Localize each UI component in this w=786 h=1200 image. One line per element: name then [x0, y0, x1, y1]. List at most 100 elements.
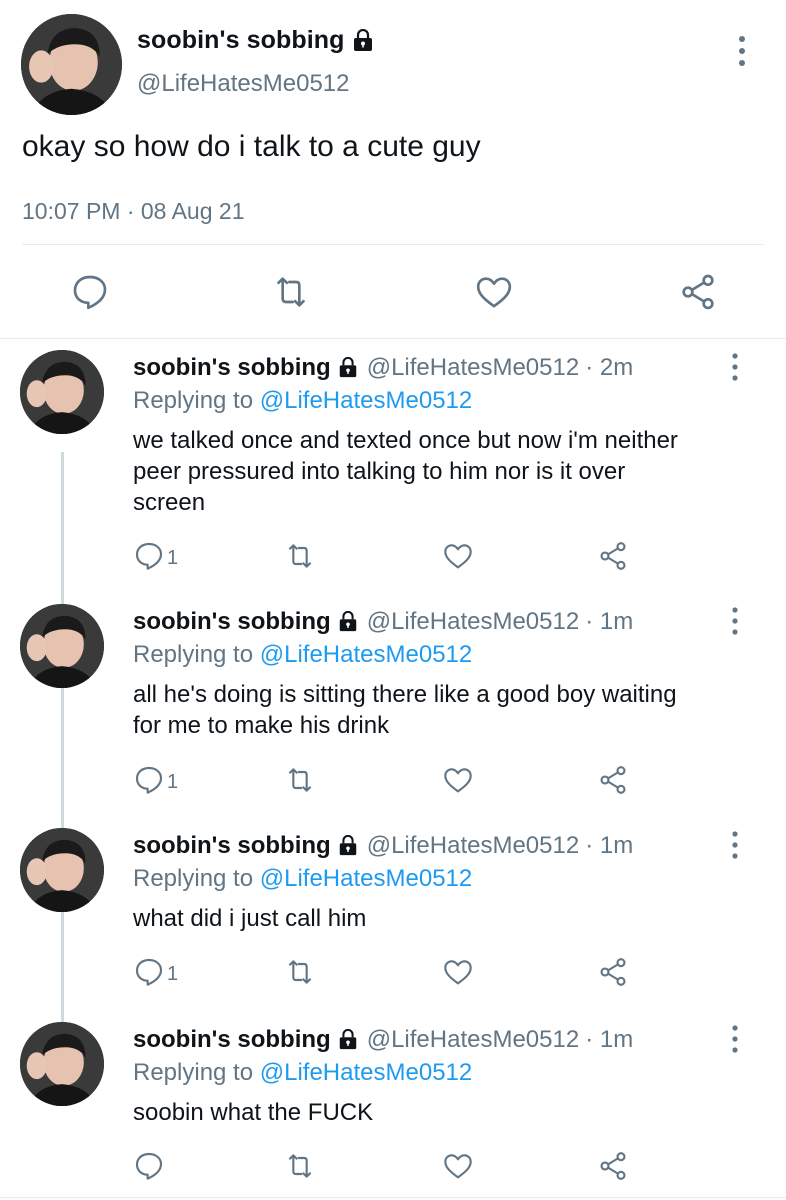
avatar[interactable] — [21, 14, 122, 115]
like-button[interactable] — [442, 1148, 474, 1182]
text-line: screen — [133, 489, 206, 516]
handle[interactable]: @LifeHatesMe0512 — [367, 1026, 579, 1054]
text-line: soobin what the FUCK — [133, 1099, 374, 1126]
relative-time: · 1m — [585, 832, 634, 859]
speech-bubble-icon — [135, 542, 163, 570]
divider — [22, 244, 764, 245]
replying-to: Replying to @LifeHatesMe0512 — [133, 865, 472, 893]
reply-header: soobin's sobbing @LifeHatesMe0512 · 1m — [133, 608, 633, 636]
reply-header: soobin's sobbing @LifeHatesMe0512 · 1m — [133, 1026, 633, 1054]
heart-icon — [444, 544, 472, 569]
share-icon — [600, 1152, 626, 1180]
handle[interactable]: @LifeHatesMe0512 — [367, 354, 579, 382]
replying-to-handle[interactable]: @LifeHatesMe0512 — [260, 1059, 472, 1086]
share-icon — [600, 958, 626, 986]
avatar[interactable] — [20, 604, 104, 688]
retweet-button[interactable] — [284, 538, 316, 572]
retweet-icon[interactable] — [271, 272, 311, 312]
tweet-text: okay so how do i talk to a cute guy — [22, 130, 481, 163]
replying-to-label: Replying to — [133, 1059, 254, 1086]
share-icon[interactable] — [678, 272, 718, 312]
reply-header: soobin's sobbing @LifeHatesMe0512 · 2m — [133, 354, 633, 382]
heart-icon — [444, 1154, 472, 1179]
thread-line — [61, 452, 64, 1032]
reply-button[interactable]: 1 — [133, 762, 178, 796]
heart-icon[interactable] — [474, 272, 514, 312]
retweet-button[interactable] — [284, 1148, 316, 1182]
reply-count: 1 — [167, 547, 179, 569]
relative-time: · 1m — [585, 1026, 634, 1053]
reply-count: 1 — [167, 963, 179, 985]
lock-icon — [339, 357, 356, 378]
more-vertical-icon[interactable] — [730, 830, 740, 860]
handle[interactable]: @LifeHatesMe0512 — [137, 70, 349, 98]
like-button[interactable] — [442, 762, 474, 796]
replying-to-label: Replying to — [133, 387, 254, 414]
replying-to-label: Replying to — [133, 641, 254, 668]
replying-to-handle[interactable]: @LifeHatesMe0512 — [260, 641, 472, 668]
reply-button[interactable]: 1 — [133, 954, 178, 988]
more-vertical-icon[interactable] — [730, 1024, 740, 1054]
reply-text: all he's doing is sitting there like a g… — [133, 679, 753, 741]
retweet-icon — [288, 768, 312, 792]
speech-bubble-icon[interactable] — [70, 272, 110, 312]
text-line: peer pressured into talking to him nor i… — [133, 458, 626, 485]
retweet-button[interactable] — [284, 762, 316, 796]
text-line: what did i just call him — [133, 905, 367, 932]
relative-time: · 1m — [585, 608, 634, 635]
display-name[interactable]: soobin's sobbing — [133, 608, 331, 636]
share-button[interactable] — [597, 954, 629, 988]
retweet-button[interactable] — [284, 954, 316, 988]
lock-icon — [353, 28, 372, 51]
timestamp[interactable]: 10:07 PM · 08 Aug 21 — [22, 198, 245, 225]
display-name[interactable]: soobin's sobbing — [133, 1026, 331, 1054]
share-button[interactable] — [597, 1148, 629, 1182]
reply-text: what did i just call him — [133, 903, 753, 934]
share-button[interactable] — [597, 538, 629, 572]
like-button[interactable] — [442, 954, 474, 988]
display-name[interactable]: soobin's sobbing — [133, 832, 331, 860]
speech-bubble-icon — [135, 958, 163, 986]
display-name[interactable]: soobin's sobbing — [133, 354, 331, 382]
share-button[interactable] — [597, 762, 629, 796]
replying-to: Replying to @LifeHatesMe0512 — [133, 1059, 472, 1087]
handle[interactable]: @LifeHatesMe0512 — [367, 608, 579, 636]
replying-to-label: Replying to — [133, 865, 254, 892]
text-line: for me to make his drink — [133, 712, 390, 739]
like-button[interactable] — [442, 538, 474, 572]
avatar[interactable] — [20, 828, 104, 912]
reply-text: soobin what the FUCK — [133, 1097, 753, 1128]
share-icon — [600, 766, 626, 794]
reply-button[interactable]: 1 — [133, 538, 178, 572]
replying-to-handle[interactable]: @LifeHatesMe0512 — [260, 387, 472, 414]
reply-header: soobin's sobbing @LifeHatesMe0512 · 1m — [133, 832, 633, 860]
lock-icon — [339, 1029, 356, 1050]
replying-to-handle[interactable]: @LifeHatesMe0512 — [260, 865, 472, 892]
heart-icon — [444, 768, 472, 793]
more-vertical-icon[interactable] — [730, 352, 740, 382]
display-name[interactable]: soobin's sobbing — [137, 26, 375, 55]
heart-icon — [444, 960, 472, 985]
divider — [0, 338, 786, 339]
divider — [0, 1197, 786, 1198]
lock-icon — [339, 611, 356, 632]
lock-icon — [339, 835, 356, 856]
relative-time: · 2m — [585, 354, 634, 381]
reply-text: we talked once and texted once but now i… — [133, 425, 753, 518]
retweet-icon — [288, 1154, 312, 1178]
avatar[interactable] — [20, 350, 104, 434]
handle[interactable]: @LifeHatesMe0512 — [367, 832, 579, 860]
text-line: all he's doing is sitting there like a g… — [133, 681, 677, 708]
main-tweet: soobin's sobbing @LifeHatesMe0512 okay s… — [0, 0, 786, 338]
reply-button[interactable] — [133, 1148, 167, 1182]
share-icon — [600, 542, 626, 570]
speech-bubble-icon — [135, 1152, 163, 1180]
more-vertical-icon[interactable] — [736, 34, 748, 68]
speech-bubble-icon — [135, 766, 163, 794]
display-name-text: soobin's sobbing — [137, 26, 345, 54]
reply-count: 1 — [167, 771, 179, 793]
replying-to: Replying to @LifeHatesMe0512 — [133, 387, 472, 415]
avatar[interactable] — [20, 1022, 104, 1106]
more-vertical-icon[interactable] — [730, 606, 740, 636]
text-line: we talked once and texted once but now i… — [133, 427, 678, 454]
